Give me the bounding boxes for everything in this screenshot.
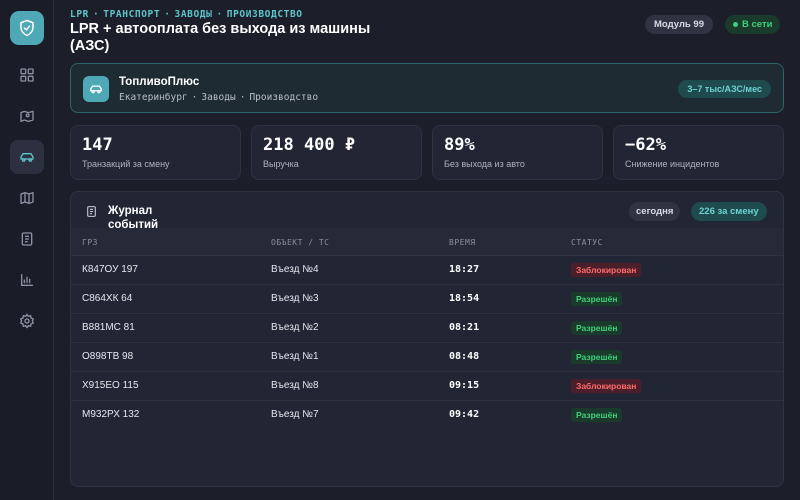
sidebar (0, 0, 54, 500)
journal-icon (87, 206, 96, 217)
company-city: Екатеринбург (119, 92, 188, 103)
column-header[interactable]: ОБЪЕКТ / ТС (271, 238, 329, 247)
kpi-value: 147 (82, 135, 113, 155)
breadcrumb-item[interactable]: LPR (70, 9, 89, 20)
filter-today-button[interactable]: сегодня (629, 202, 681, 221)
kpi-card-transactions: 147 Транзакций за смену (70, 125, 241, 180)
company-name: ТопливоПлюс (119, 76, 200, 88)
nav-locations[interactable] (10, 99, 44, 133)
price-badge: 3–7 тыс/АЗС/мес (678, 80, 771, 98)
column-header[interactable]: ВРЕМЯ (449, 238, 476, 247)
table-row[interactable]: К847ОУ 197 Въезд №4 18:27 Заблокирован (71, 256, 783, 285)
map-icon (20, 192, 34, 204)
time-cell: 09:42 (449, 409, 480, 420)
map-pin-icon (20, 110, 34, 122)
object-cell: Въезд №1 (271, 351, 319, 362)
online-dot-icon (733, 22, 738, 27)
car-icon (20, 153, 34, 162)
status-badge: Разрешён (571, 321, 623, 335)
app-logo[interactable] (10, 11, 44, 45)
car-icon (90, 85, 102, 94)
kpi-label: Выручка (263, 159, 299, 169)
company-icon-tile (83, 76, 109, 102)
plate-cell: К847ОУ 197 (82, 264, 138, 275)
table-row[interactable]: Х915ЕО 115 Въезд №8 09:15 Заблокирован (71, 372, 783, 401)
online-status-label: В сети (742, 19, 773, 30)
table-row[interactable]: С864ХК 64 Въезд №3 18:54 Разрешён (71, 285, 783, 314)
breadcrumb: LPR · ТРАНСПОРТ · ЗАВОДЫ · ПРОИЗВОДСТВО (70, 9, 303, 20)
nav-map[interactable] (10, 181, 44, 215)
nav-analytics[interactable] (10, 263, 44, 297)
table-row[interactable]: О898ТВ 98 Въезд №1 08:48 Разрешён (71, 343, 783, 372)
time-cell: 18:27 (449, 264, 480, 275)
company-details: Екатеринбург · Заводы · Производство (119, 92, 319, 103)
online-status-badge: В сети (725, 15, 781, 34)
status-badge: Разрешён (571, 408, 623, 422)
document-icon (21, 232, 33, 246)
status-badge: Разрешён (571, 292, 623, 306)
status-badge: Заблокирован (571, 263, 642, 277)
table-row[interactable]: В881МС 81 Въезд №2 08:21 Разрешён (71, 314, 783, 343)
nav-settings[interactable] (10, 304, 44, 338)
object-cell: Въезд №4 (271, 264, 319, 275)
time-cell: 08:21 (449, 322, 480, 333)
kpi-label: Снижение инцидентов (625, 159, 720, 169)
kpi-value: 218 400 ₽ (263, 135, 356, 155)
object-cell: Въезд №8 (271, 380, 319, 391)
object-cell: Въезд №2 (271, 322, 319, 333)
kpi-value: −62% (625, 135, 666, 155)
table-header: ГРЗ ОБЪЕКТ / ТС ВРЕМЯ СТАТУС (71, 228, 783, 256)
object-cell: Въезд №3 (271, 293, 319, 304)
status-badge: Заблокирован (571, 379, 642, 393)
column-header[interactable]: СТАТУС (571, 238, 603, 247)
chart-icon (21, 274, 33, 286)
time-cell: 09:15 (449, 380, 480, 391)
kpi-label: Без выхода из авто (444, 159, 525, 169)
plate-cell: С864ХК 64 (82, 293, 133, 304)
company-card: ТопливоПлюс Екатеринбург · Заводы · Производ… (70, 63, 784, 113)
event-journal: Журнал событий сегодня 226 за смену ГРЗ … (70, 191, 784, 487)
plate-cell: М932РХ 132 (82, 409, 140, 420)
module-badge: Модуль 99 (645, 15, 713, 34)
column-header[interactable]: ГРЗ (82, 238, 98, 247)
kpi-card-no-exit: 89% Без выхода из авто (432, 125, 603, 180)
page-title: LPR + автооплата без выхода из машины (А… (70, 21, 371, 54)
nav-dashboard[interactable] (10, 58, 44, 92)
company-category: Производство (249, 92, 319, 103)
breadcrumb-item[interactable]: ЗАВОДЫ (175, 9, 213, 20)
kpi-card-revenue: 218 400 ₽ Выручка (251, 125, 422, 180)
time-cell: 08:48 (449, 351, 480, 362)
nav-transport[interactable] (10, 140, 44, 174)
object-cell: Въезд №7 (271, 409, 319, 420)
dashboard-icon (20, 68, 34, 82)
shield-check-icon (20, 19, 34, 37)
plate-cell: О898ТВ 98 (82, 351, 134, 362)
plate-cell: Х915ЕО 115 (82, 380, 139, 391)
table-row[interactable]: М932РХ 132 Въезд №7 09:42 Разрешён (71, 401, 783, 430)
plate-cell: В881МС 81 (82, 322, 135, 333)
time-cell: 18:54 (449, 293, 480, 304)
kpi-label: Транзакций за смену (82, 159, 170, 169)
breadcrumb-item[interactable]: ПРОИЗВОДСТВО (227, 9, 303, 20)
kpi-value: 89% (444, 135, 475, 155)
gear-icon (20, 313, 34, 329)
status-badge: Разрешён (571, 350, 623, 364)
company-sector: Заводы (201, 92, 236, 103)
breadcrumb-item[interactable]: ТРАНСПОРТ (103, 9, 160, 20)
kpi-card-incidents: −62% Снижение инцидентов (613, 125, 784, 180)
shift-count-badge: 226 за смену (691, 202, 767, 221)
nav-documents[interactable] (10, 222, 44, 256)
